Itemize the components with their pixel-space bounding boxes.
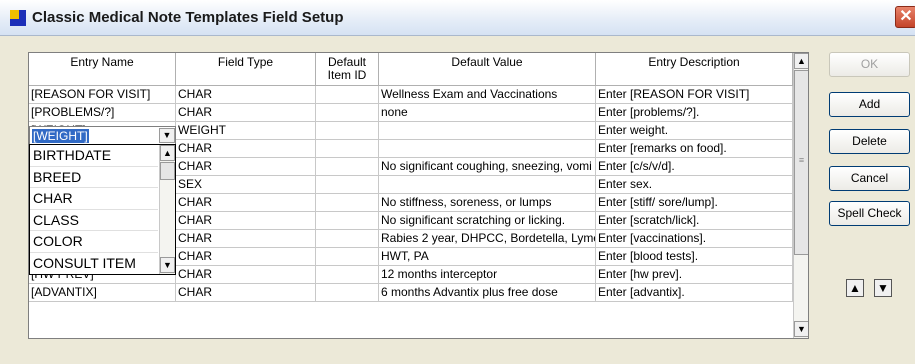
- dropdown-scroll-down-button[interactable]: ▼: [160, 257, 175, 273]
- cell-default-value[interactable]: No significant coughing, sneezing, vomi: [379, 158, 596, 176]
- move-down-button[interactable]: ▼: [874, 279, 892, 297]
- cell-field-type[interactable]: CHAR: [176, 248, 316, 266]
- cell-entry-description[interactable]: Enter weight.: [596, 122, 793, 140]
- cell-default-item-id[interactable]: [316, 284, 379, 302]
- cell-default-value[interactable]: Wellness Exam and Vaccinations: [379, 86, 596, 104]
- cell-entry-description[interactable]: Enter [vaccinations].: [596, 230, 793, 248]
- scroll-thumb[interactable]: ≡: [794, 70, 808, 255]
- close-icon: ✕: [899, 8, 913, 25]
- cell-field-type[interactable]: CHAR: [176, 104, 316, 122]
- field-grid[interactable]: Entry Name Field Type Default Item ID De…: [28, 52, 809, 339]
- cell-field-type[interactable]: SEX: [176, 176, 316, 194]
- cell-default-value[interactable]: 6 months Advantix plus free dose: [379, 284, 596, 302]
- dropdown-option[interactable]: CONSULT ITEM: [30, 253, 158, 274]
- title-bar: Classic Medical Note Templates Field Set…: [0, 0, 915, 36]
- combobox-selected-value[interactable]: [WEIGHT]: [32, 129, 89, 143]
- cell-default-value[interactable]: HWT, PA: [379, 248, 596, 266]
- move-up-button[interactable]: ▲: [846, 279, 864, 297]
- scroll-up-button[interactable]: ▲: [794, 53, 808, 69]
- cell-field-type[interactable]: CHAR: [176, 158, 316, 176]
- cell-field-type[interactable]: WEIGHT: [176, 122, 316, 140]
- cell-default-value[interactable]: [379, 176, 596, 194]
- cell-default-value[interactable]: 12 months interceptor: [379, 266, 596, 284]
- cell-default-item-id[interactable]: [316, 248, 379, 266]
- delete-button[interactable]: Delete: [829, 129, 910, 154]
- cell-entry-name[interactable]: [PROBLEMS/?]: [29, 104, 176, 122]
- spell-check-button[interactable]: Spell Check: [829, 201, 910, 226]
- cell-entry-description[interactable]: Enter [blood tests].: [596, 248, 793, 266]
- table-row[interactable]: [PROBLEMS/?] CHAR none Enter [problems/?].: [29, 104, 793, 122]
- column-header-field-type[interactable]: Field Type: [176, 53, 316, 86]
- cell-entry-description[interactable]: Enter [scratch/lick].: [596, 212, 793, 230]
- cell-entry-description[interactable]: Enter [c/s/v/d].: [596, 158, 793, 176]
- cell-default-item-id[interactable]: [316, 266, 379, 284]
- dropdown-scrollbar[interactable]: ▲ ▼: [159, 145, 175, 274]
- cell-default-item-id[interactable]: [316, 158, 379, 176]
- cell-default-value[interactable]: No stiffness, soreness, or lumps: [379, 194, 596, 212]
- close-button[interactable]: ✕: [895, 6, 915, 28]
- app-icon: [10, 10, 26, 26]
- window-title: Classic Medical Note Templates Field Set…: [32, 9, 344, 26]
- add-button[interactable]: Add: [829, 92, 910, 117]
- cell-default-value[interactable]: No significant scratching or licking.: [379, 212, 596, 230]
- cell-field-type[interactable]: CHAR: [176, 140, 316, 158]
- dropdown-option[interactable]: CHAR: [30, 188, 158, 210]
- cell-field-type[interactable]: CHAR: [176, 266, 316, 284]
- dropdown-option[interactable]: BIRTHDATE: [30, 145, 158, 167]
- cell-entry-description[interactable]: Enter [hw prev].: [596, 266, 793, 284]
- cell-entry-description[interactable]: Enter [remarks on food].: [596, 140, 793, 158]
- chevron-down-icon[interactable]: ▼: [159, 128, 175, 143]
- cell-default-item-id[interactable]: [316, 104, 379, 122]
- cell-default-value[interactable]: Rabies 2 year, DHPCC, Bordetella, Lyme: [379, 230, 596, 248]
- dropdown-option[interactable]: BREED: [30, 167, 158, 189]
- scroll-down-button[interactable]: ▼: [794, 321, 808, 337]
- cell-default-item-id[interactable]: [316, 230, 379, 248]
- vertical-scrollbar[interactable]: ▲ ≡ ▼: [793, 53, 808, 338]
- dropdown-option[interactable]: COLOR: [30, 231, 158, 253]
- cell-default-item-id[interactable]: [316, 212, 379, 230]
- table-row[interactable]: [REASON FOR VISIT] CHAR Wellness Exam and …: [29, 86, 793, 104]
- arrow-up-icon: ▲: [849, 281, 861, 295]
- dropdown-option[interactable]: CLASS: [30, 210, 158, 232]
- column-header-entry-description[interactable]: Entry Description: [596, 53, 793, 86]
- cell-default-item-id[interactable]: [316, 86, 379, 104]
- dropdown-scroll-thumb[interactable]: [160, 162, 175, 180]
- entry-name-combobox[interactable]: [WEIGHT] ▼: [29, 126, 176, 145]
- dropdown-scroll-up-button[interactable]: ▲: [160, 145, 175, 161]
- cell-field-type[interactable]: CHAR: [176, 86, 316, 104]
- grid-header: Entry Name Field Type Default Item ID De…: [29, 53, 808, 86]
- cell-field-type[interactable]: CHAR: [176, 194, 316, 212]
- cell-default-item-id[interactable]: [316, 176, 379, 194]
- cell-default-item-id[interactable]: [316, 122, 379, 140]
- cell-default-value[interactable]: [379, 122, 596, 140]
- cell-entry-name[interactable]: [ADVANTIX]: [29, 284, 176, 302]
- column-header-default-item-id[interactable]: Default Item ID: [316, 53, 379, 86]
- cell-default-value[interactable]: none: [379, 104, 596, 122]
- cell-default-item-id[interactable]: [316, 194, 379, 212]
- table-row[interactable]: [ADVANTIX] CHAR 6 months Advantix plus fre…: [29, 284, 793, 302]
- cell-field-type[interactable]: CHAR: [176, 212, 316, 230]
- entry-name-dropdown-list[interactable]: BIRTHDATE BREED CHAR CLASS COLOR CONSULT ITEM…: [29, 144, 176, 275]
- arrow-down-icon: ▼: [877, 281, 889, 295]
- cell-entry-name[interactable]: [REASON FOR VISIT]: [29, 86, 176, 104]
- cell-entry-description[interactable]: Enter [REASON FOR VISIT]: [596, 86, 793, 104]
- cell-default-value[interactable]: [379, 140, 596, 158]
- ok-button[interactable]: OK: [829, 52, 910, 77]
- cell-entry-description[interactable]: Enter [stiff/ sore/lump].: [596, 194, 793, 212]
- cell-field-type[interactable]: CHAR: [176, 284, 316, 302]
- cell-default-item-id[interactable]: [316, 140, 379, 158]
- cell-field-type[interactable]: CHAR: [176, 230, 316, 248]
- column-header-entry-name[interactable]: Entry Name: [29, 53, 176, 86]
- cancel-button[interactable]: Cancel: [829, 166, 910, 191]
- cell-entry-description[interactable]: Enter [advantix].: [596, 284, 793, 302]
- column-header-default-value[interactable]: Default Value: [379, 53, 596, 86]
- cell-entry-description[interactable]: Enter sex.: [596, 176, 793, 194]
- cell-entry-description[interactable]: Enter [problems/?].: [596, 104, 793, 122]
